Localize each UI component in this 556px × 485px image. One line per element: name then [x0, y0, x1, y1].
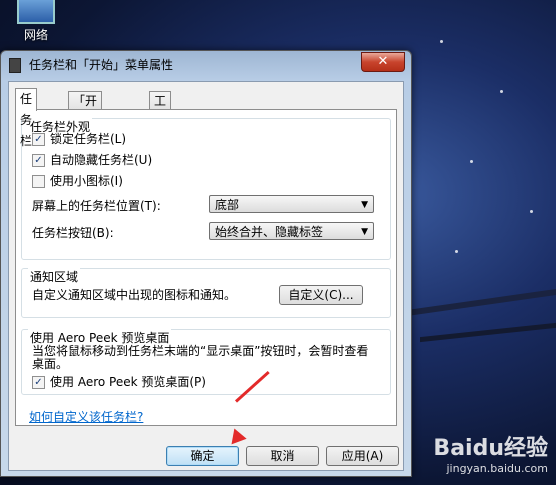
tab-panel-taskbar: 任务栏外观 ✓ 锁定任务栏(L) ✓ 自动隐藏任务栏(U) 使用小图标(I) 屏… [15, 109, 397, 426]
notification-description: 自定义通知区域中出现的图标和通知。 [32, 288, 237, 302]
autohide-taskbar-checkbox[interactable]: ✓ 自动隐藏任务栏(U) [32, 152, 152, 168]
customize-button[interactable]: 自定义(C)... [279, 285, 363, 305]
group-appearance: 任务栏外观 ✓ 锁定任务栏(L) ✓ 自动隐藏任务栏(U) 使用小图标(I) 屏… [21, 118, 391, 260]
aero-peek-description: 当您将鼠标移动到任务栏末端的“显示桌面”按钮时，会暂时查看桌面。 [32, 344, 369, 371]
checkbox-label: 自动隐藏任务栏(U) [50, 153, 153, 167]
checkbox-label: 使用 Aero Peek 预览桌面(P) [50, 375, 206, 389]
cancel-button[interactable]: 取消 [246, 446, 319, 466]
location-select-value: 底部 [215, 198, 240, 212]
chevron-down-icon: ▼ [361, 227, 368, 237]
buttons-label: 任务栏按钮(B): [32, 226, 114, 240]
small-icons-checkbox[interactable]: 使用小图标(I) [32, 173, 123, 189]
network-icon [17, 0, 55, 24]
chevron-down-icon: ▼ [361, 200, 368, 210]
group-title-notification: 通知区域 [28, 268, 81, 285]
ok-button[interactable]: 确定 [166, 446, 239, 466]
close-button[interactable]: ✕ [361, 52, 405, 72]
group-aero-peek: 使用 Aero Peek 预览桌面 当您将鼠标移动到任务栏末端的“显示桌面”按钮… [21, 329, 391, 395]
checkbox-empty-icon [32, 174, 45, 188]
tab-toolbars[interactable]: 工具栏 [149, 91, 172, 144]
buttons-select-value: 始终合并、隐藏标签 [215, 225, 324, 239]
location-label: 屏幕上的任务栏位置(T): [32, 199, 161, 213]
checkbox-check-icon: ✓ [32, 375, 45, 389]
checkbox-check-icon: ✓ [32, 132, 45, 146]
location-select[interactable]: 底部 ▼ [209, 195, 374, 213]
checkbox-label: 使用小图标(I) [50, 174, 123, 188]
watermark-url: jingyan.baidu.com [446, 462, 548, 475]
buttons-select[interactable]: 始终合并、隐藏标签 ▼ [209, 222, 374, 240]
group-notification-area: 通知区域 自定义通知区域中出现的图标和通知。 自定义(C)... [21, 268, 391, 318]
window-title: 任务栏和「开始」菜单属性 [29, 58, 174, 72]
watermark-logo: Baidu经验 [433, 436, 548, 461]
aero-peek-checkbox[interactable]: ✓ 使用 Aero Peek 预览桌面(P) [32, 374, 206, 390]
title-bar[interactable]: 任务栏和「开始」菜单属性 ✕ [1, 51, 411, 77]
apply-button[interactable]: 应用(A) [326, 446, 399, 466]
desktop-icon-network[interactable]: 网络 [14, 0, 58, 43]
lock-taskbar-checkbox[interactable]: ✓ 锁定任务栏(L) [32, 131, 126, 147]
help-link[interactable]: 如何自定义该任务栏? [29, 408, 143, 425]
dialog-client: 任务栏 「开始」菜单 工具栏 任务栏外观 ✓ 锁定任务栏(L) ✓ 自动隐藏任务… [8, 81, 404, 471]
taskbar-properties-dialog: 任务栏和「开始」菜单属性 ✕ 任务栏 「开始」菜单 工具栏 任务栏外观 ✓ 锁定… [0, 50, 412, 477]
tab-start-menu[interactable]: 「开始」菜单 [68, 91, 103, 144]
taskbar-properties-icon [9, 58, 21, 73]
baidu-watermark: Baidu经验 jingyan.baidu.com [433, 430, 548, 475]
desktop-icon-label: 网络 [23, 28, 48, 42]
checkbox-label: 锁定任务栏(L) [50, 132, 127, 146]
checkbox-check-icon: ✓ [32, 153, 45, 167]
tab-taskbar[interactable]: 任务栏 [15, 88, 38, 148]
